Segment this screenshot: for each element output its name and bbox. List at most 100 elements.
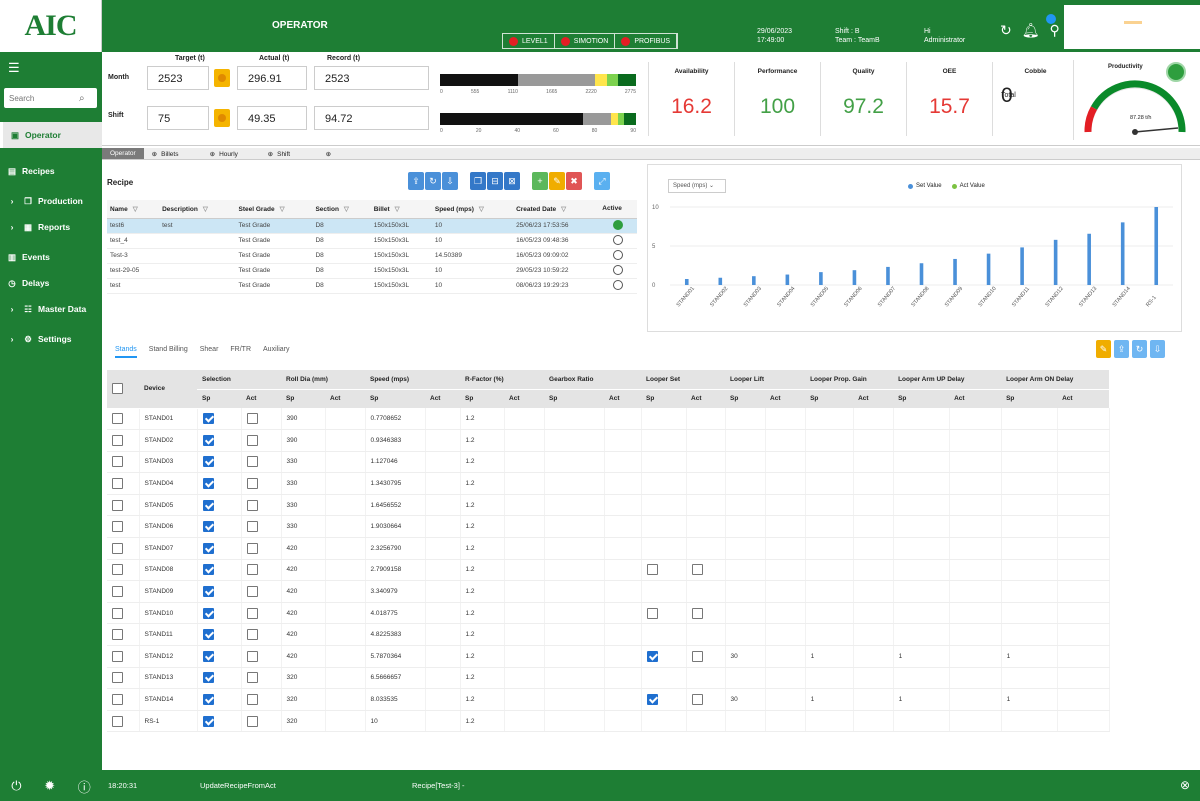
view-tab-billets[interactable]: ⊕ Billets bbox=[144, 148, 202, 159]
selection-sp-checkbox[interactable] bbox=[202, 413, 214, 425]
download-stands-icon[interactable]: ⇩ bbox=[1150, 340, 1165, 358]
stand-row[interactable]: STAND01 390 0.7708652 1.2 bbox=[107, 408, 1182, 431]
user-icon[interactable]: ⚲ bbox=[1050, 22, 1060, 39]
selection-sp-checkbox[interactable] bbox=[202, 629, 214, 641]
selection-act-checkbox[interactable] bbox=[246, 478, 258, 490]
selection-sp-checkbox[interactable] bbox=[202, 499, 214, 511]
stand-row[interactable]: STAND14 320 8.033535 1.2 30 1 1 1 bbox=[107, 688, 1182, 711]
row-select-checkbox[interactable] bbox=[112, 499, 123, 511]
recipe-row[interactable]: test Test Grade D8 150x150x3L 10 08/06/23 19:… bbox=[107, 278, 637, 294]
link-icon[interactable]: ⤢ bbox=[594, 172, 610, 190]
download-icon[interactable]: ⇩ bbox=[442, 172, 458, 190]
view-tab-operator[interactable]: Operator bbox=[102, 148, 144, 159]
select-all-checkbox[interactable] bbox=[112, 383, 123, 395]
status-profibus[interactable]: PROFIBUS bbox=[615, 34, 678, 48]
stand-row[interactable]: STAND07 420 2.3256790 1.2 bbox=[107, 537, 1182, 560]
info-icon[interactable]: ⓘ bbox=[78, 777, 91, 796]
recipe-row[interactable]: test-29-05 Test Grade D8 150x150x3L 10 29/05/… bbox=[107, 263, 637, 279]
refresh-recipe-icon[interactable]: ↻ bbox=[425, 172, 441, 190]
refresh-stands-icon[interactable]: ↻ bbox=[1132, 340, 1147, 358]
stand-tab-fr-tr[interactable]: FR/TR bbox=[230, 346, 251, 358]
upload-icon[interactable]: ⇪ bbox=[408, 172, 424, 190]
stand-row[interactable]: STAND12 420 5.7870364 1.2 30 1 1 1 bbox=[107, 645, 1182, 668]
row-select-checkbox[interactable] bbox=[112, 521, 123, 533]
chart-metric-select[interactable]: Speed (mps) ⌄ bbox=[668, 179, 726, 193]
close-circle-icon[interactable]: ⊗ bbox=[1180, 778, 1190, 792]
sidebar-item-master-data[interactable]: › ☷ Master Data bbox=[0, 296, 102, 322]
stand-row[interactable]: STAND11 420 4.8225383 1.2 bbox=[107, 623, 1182, 647]
edit-stands-icon[interactable]: ✎ bbox=[1096, 340, 1111, 358]
hamburger-menu-icon[interactable]: ☰ bbox=[8, 60, 20, 76]
selection-sp-checkbox[interactable] bbox=[202, 434, 214, 446]
active-radio[interactable] bbox=[613, 249, 624, 260]
recipe-row[interactable]: Test-3 Test Grade D8 150x150x3L 14.50389 16/0… bbox=[107, 248, 637, 264]
selection-sp-checkbox[interactable] bbox=[202, 650, 214, 662]
recipe-row[interactable]: test6 test Test Grade D8 150x150x3L 10 25/06/2… bbox=[107, 218, 637, 234]
settings-icon[interactable]: ✹ bbox=[44, 778, 55, 794]
sidebar-item-settings[interactable]: › ⚙ Settings bbox=[0, 326, 102, 352]
row-select-checkbox[interactable] bbox=[112, 715, 123, 727]
row-select-checkbox[interactable] bbox=[112, 564, 123, 576]
looper-set-act-checkbox[interactable] bbox=[691, 564, 703, 576]
stand-row[interactable]: STAND13 320 6.5666657 1.2 bbox=[107, 667, 1182, 690]
status-simotion[interactable]: SIMOTION bbox=[555, 34, 616, 48]
filter-icon[interactable]: ▽ bbox=[479, 206, 484, 213]
looper-set-act-checkbox[interactable] bbox=[691, 607, 703, 619]
row-select-checkbox[interactable] bbox=[112, 629, 123, 641]
stand-row[interactable]: STAND03 330 1.127046 1.2 bbox=[107, 451, 1182, 474]
selection-sp-checkbox[interactable] bbox=[202, 456, 214, 468]
search-input[interactable] bbox=[9, 93, 79, 103]
stand-tab-auxiliary[interactable]: Auxiliary bbox=[263, 346, 289, 358]
recipe-col-created-date[interactable]: Created Date ▽ bbox=[513, 200, 600, 219]
stand-tab-stand-billing[interactable]: Stand Billing bbox=[149, 346, 188, 358]
row-select-checkbox[interactable] bbox=[112, 650, 123, 662]
stand-row[interactable]: STAND02 390 0.9346383 1.2 bbox=[107, 429, 1182, 452]
sidebar-item-events[interactable]: ▥ Events bbox=[0, 244, 102, 270]
selection-act-checkbox[interactable] bbox=[246, 586, 258, 598]
selection-sp-checkbox[interactable] bbox=[202, 715, 214, 727]
looper-set-sp-checkbox[interactable] bbox=[646, 694, 658, 706]
looper-set-act-checkbox[interactable] bbox=[691, 650, 703, 662]
recipe-col-steel-grade[interactable]: Steel Grade ▽ bbox=[235, 200, 313, 219]
stand-row[interactable]: RS-1 320 10 1.2 bbox=[107, 710, 1182, 733]
power-icon[interactable]: ⏻ bbox=[11, 778, 21, 794]
looper-set-act-checkbox[interactable] bbox=[691, 694, 703, 706]
selection-act-checkbox[interactable] bbox=[246, 413, 258, 425]
selection-sp-checkbox[interactable] bbox=[202, 672, 214, 684]
selection-act-checkbox[interactable] bbox=[246, 564, 258, 576]
selection-act-checkbox[interactable] bbox=[246, 715, 258, 727]
stand-row[interactable]: STAND05 330 1.6456552 1.2 bbox=[107, 494, 1182, 517]
sidebar-item-delays[interactable]: ◷ Delays bbox=[0, 270, 102, 296]
sidebar-item-recipes[interactable]: ▤ Recipes bbox=[0, 158, 102, 184]
view-tab-more[interactable]: ⊕ bbox=[318, 148, 376, 159]
filter-icon[interactable]: ▽ bbox=[133, 206, 138, 213]
stand-row[interactable]: STAND09 420 3.340979 1.2 bbox=[107, 580, 1182, 603]
recipe-row[interactable]: test_4 Test Grade D8 150x150x3L 10 16/05/23 0… bbox=[107, 233, 637, 249]
add-icon[interactable]: + bbox=[532, 172, 548, 190]
export-icon[interactable]: ⊠ bbox=[504, 172, 520, 190]
filter-icon[interactable]: ▽ bbox=[561, 206, 566, 213]
selection-act-checkbox[interactable] bbox=[246, 434, 258, 446]
row-select-checkbox[interactable] bbox=[112, 434, 123, 446]
row-select-checkbox[interactable] bbox=[112, 694, 123, 706]
selection-sp-checkbox[interactable] bbox=[202, 586, 214, 598]
recipe-col-speed-mps-[interactable]: Speed (mps) ▽ bbox=[431, 200, 514, 219]
filter-icon[interactable]: ▽ bbox=[280, 206, 285, 213]
stand-row[interactable]: STAND04 330 1.3430795 1.2 bbox=[107, 472, 1182, 495]
upload-stands-icon[interactable]: ⇪ bbox=[1114, 340, 1129, 358]
row-select-checkbox[interactable] bbox=[112, 607, 123, 619]
recipe-col-active[interactable]: Active bbox=[599, 200, 637, 219]
bell-icon[interactable]: 🔔︎ bbox=[1022, 22, 1040, 39]
selection-act-checkbox[interactable] bbox=[246, 521, 258, 533]
selection-act-checkbox[interactable] bbox=[246, 607, 258, 619]
edit-icon[interactable]: ✎ bbox=[549, 172, 565, 190]
refresh-icon[interactable]: ↻ bbox=[1000, 22, 1012, 39]
selection-act-checkbox[interactable] bbox=[246, 650, 258, 662]
row-select-checkbox[interactable] bbox=[112, 478, 123, 490]
search-box[interactable]: ⌕ bbox=[4, 88, 97, 108]
recipe-col-billet[interactable]: Billet ▽ bbox=[370, 200, 432, 219]
user-panel[interactable] bbox=[1064, 5, 1200, 49]
selection-act-checkbox[interactable] bbox=[246, 629, 258, 641]
looper-set-sp-checkbox[interactable] bbox=[646, 564, 658, 576]
recipe-col-description[interactable]: Description ▽ bbox=[159, 200, 236, 219]
